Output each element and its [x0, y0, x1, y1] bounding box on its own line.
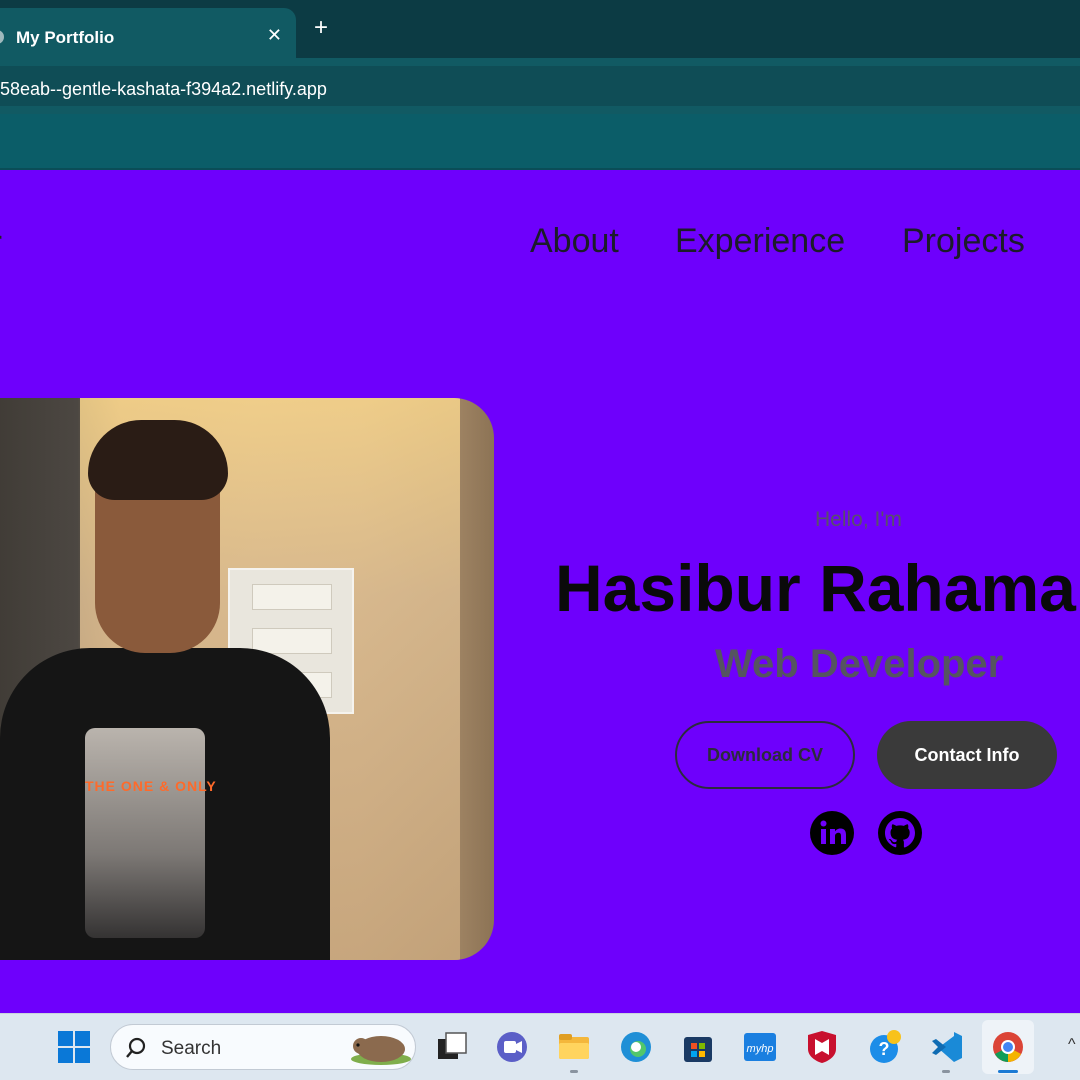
search-placeholder: Search: [161, 1038, 222, 1059]
tab-title: My Portfolio: [16, 28, 115, 47]
nav-projects[interactable]: Projects: [902, 222, 1025, 261]
close-tab-icon[interactable]: ✕: [267, 25, 282, 46]
github-icon[interactable]: [877, 810, 923, 856]
shirt-print: [85, 728, 205, 938]
mcafee-icon[interactable]: [804, 1029, 840, 1065]
address-bar: 58eab--gentle-kashata-f394a2.netlify.app: [0, 58, 1080, 114]
hero-role: Web Developer: [715, 642, 1004, 686]
svg-text:?: ?: [879, 1039, 890, 1059]
store-icon[interactable]: [680, 1029, 716, 1065]
tray-chevron-icon[interactable]: ^: [1068, 1036, 1076, 1054]
nav-about[interactable]: About: [530, 222, 619, 261]
chrome-icon[interactable]: [990, 1029, 1026, 1065]
hero-name: Hasibur Rahaman: [555, 551, 1080, 625]
tab-bar: My Portfolio ✕ +: [0, 0, 1080, 58]
photo-person-hair: [88, 420, 228, 500]
portfolio-page: r About Experience Projects THE ONE & ON…: [0, 170, 1080, 1013]
file-explorer-icon[interactable]: [556, 1029, 592, 1065]
bookmarks-bar: [0, 114, 1080, 170]
windows-start-icon[interactable]: [56, 1029, 92, 1065]
linkedin-icon[interactable]: [809, 810, 855, 856]
contact-info-button[interactable]: Contact Info: [877, 721, 1057, 789]
help-icon[interactable]: ?: [866, 1029, 902, 1065]
myhp-icon[interactable]: myhp: [742, 1029, 778, 1065]
nav-experience[interactable]: Experience: [675, 222, 845, 261]
vscode-icon[interactable]: [928, 1029, 964, 1065]
wombat-icon: [351, 1036, 411, 1065]
taskbar: Search myhp ? ^: [0, 1013, 1080, 1080]
favicon-icon: [0, 30, 4, 44]
profile-photo: THE ONE & ONLY: [0, 398, 494, 960]
url-text: 58eab--gentle-kashata-f394a2.netlify.app: [0, 79, 327, 99]
hero-greeting: Hello, I'm: [815, 508, 902, 531]
browser-tab[interactable]: My Portfolio ✕: [0, 8, 296, 58]
site-logo[interactable]: r: [0, 222, 2, 264]
search-icon: [126, 1037, 146, 1058]
download-cv-button[interactable]: Download CV: [675, 721, 855, 789]
svg-text:myhp: myhp: [747, 1043, 774, 1055]
new-tab-button[interactable]: +: [314, 14, 328, 42]
shirt-text: THE ONE & ONLY: [85, 778, 217, 794]
task-view-icon[interactable]: [434, 1029, 470, 1065]
search-input[interactable]: Search: [110, 1024, 416, 1070]
meet-icon[interactable]: [494, 1029, 530, 1065]
edge-icon[interactable]: [618, 1029, 654, 1065]
